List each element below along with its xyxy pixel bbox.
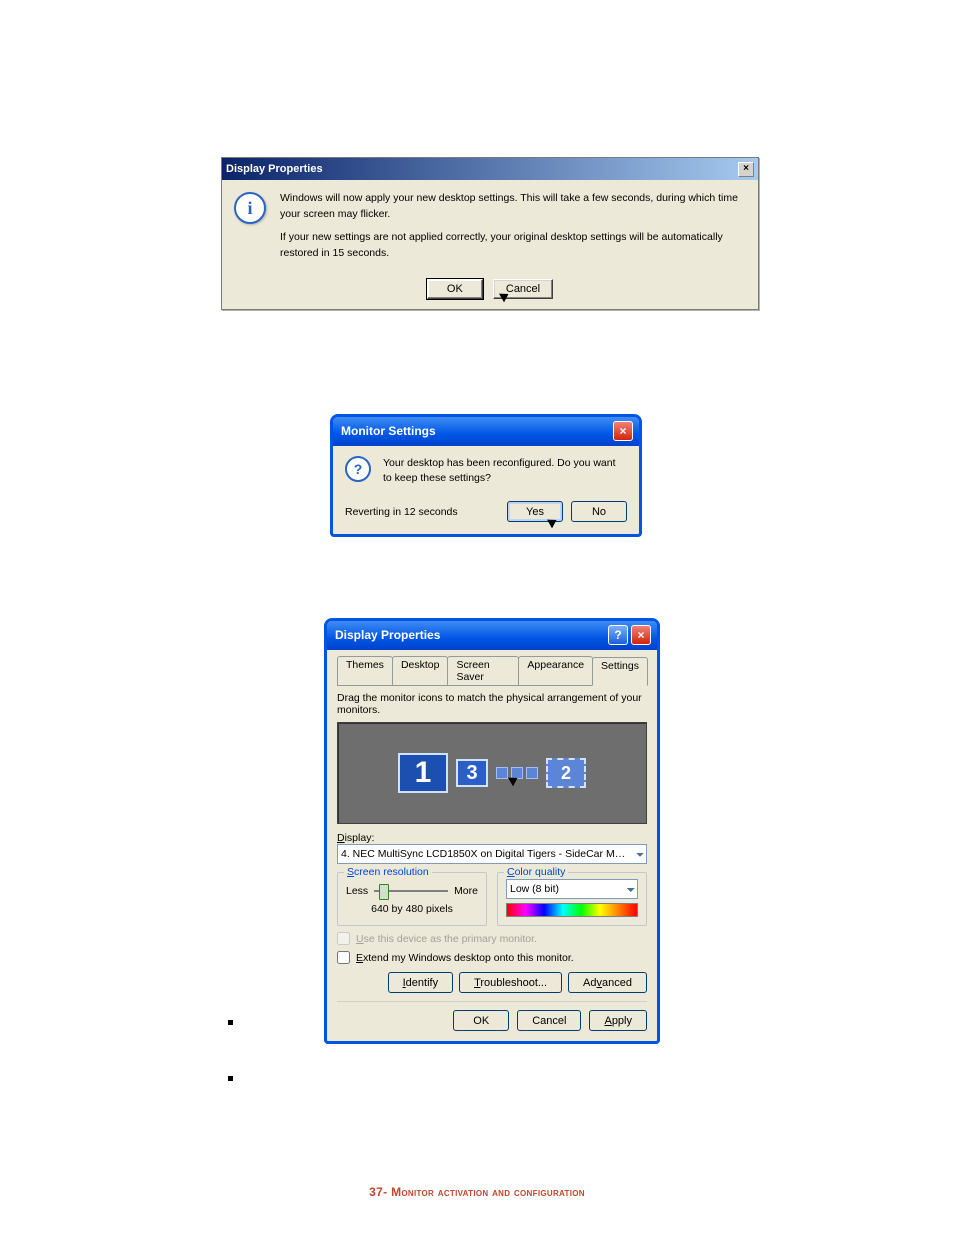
cancel-button[interactable]: Cancel — [493, 279, 553, 299]
display-properties-panel: Display Properties ? × Themes Desktop Sc… — [324, 618, 660, 1044]
slider-less-label: Less — [346, 885, 368, 897]
display-properties-msgbox: Display Properties × i Windows will now … — [221, 157, 759, 310]
tab-themes[interactable]: Themes — [337, 656, 393, 685]
info-icon: i — [234, 192, 266, 224]
title-text: Monitor Settings — [341, 424, 436, 438]
troubleshoot-button[interactable]: Troubleshoot... — [459, 972, 562, 993]
monitor-settings-dialog: Monitor Settings × ? Your desktop has be… — [330, 414, 642, 537]
color-quality-group: Color quality Low (8 bit) — [497, 872, 647, 926]
tab-appearance[interactable]: Appearance — [518, 656, 593, 685]
advanced-button[interactable]: Advanced — [568, 972, 647, 993]
tab-screen-saver[interactable]: Screen Saver — [447, 656, 519, 685]
slider-more-label: More — [454, 885, 478, 897]
message-text: Windows will now apply your new desktop … — [280, 190, 746, 267]
monitor-arrangement[interactable]: 1 3 2 — [337, 722, 647, 824]
monitor-1[interactable]: 1 — [398, 753, 448, 793]
page-footer: 37- Monitor activation and configuration — [0, 1185, 954, 1199]
instruction-text: Drag the monitor icons to match the phys… — [337, 692, 647, 716]
resolution-slider[interactable] — [374, 890, 448, 892]
display-label: Display: — [337, 832, 647, 844]
monitor-6[interactable] — [526, 767, 538, 779]
primary-monitor-checkbox-row: Use this device as the primary monitor. — [337, 932, 647, 945]
close-icon[interactable]: × — [613, 421, 633, 441]
tab-strip: Themes Desktop Screen Saver Appearance S… — [337, 656, 647, 686]
apply-button[interactable]: Apply — [589, 1010, 647, 1031]
close-icon[interactable]: × — [631, 625, 651, 645]
tab-desktop[interactable]: Desktop — [392, 656, 449, 685]
extend-desktop-label: Extend my Windows desktop onto this moni… — [356, 952, 574, 964]
no-button[interactable]: No — [571, 501, 627, 522]
question-icon: ? — [345, 456, 371, 482]
monitor-3[interactable]: 3 — [456, 759, 488, 787]
bullet — [228, 1020, 233, 1025]
cancel-button[interactable]: Cancel — [517, 1010, 581, 1031]
screen-resolution-group: Screen resolution Less More 640 by 480 p… — [337, 872, 487, 926]
reverting-text: Reverting in 12 seconds — [345, 506, 458, 518]
close-icon[interactable]: × — [738, 162, 754, 177]
help-icon[interactable]: ? — [608, 625, 628, 645]
ok-button[interactable]: OK — [453, 1010, 509, 1031]
color-quality-select[interactable]: Low (8 bit) — [506, 879, 638, 899]
bullet — [228, 1076, 233, 1081]
primary-monitor-label: Use this device as the primary monitor. — [356, 933, 537, 945]
yes-button[interactable]: Yes — [507, 501, 563, 522]
extend-desktop-checkbox[interactable] — [337, 951, 350, 964]
titlebar[interactable]: Monitor Settings × — [333, 417, 639, 446]
color-spectrum — [506, 903, 638, 917]
ok-button[interactable]: OK — [427, 279, 483, 299]
title-text: Display Properties — [335, 628, 440, 642]
display-select[interactable]: 4. NEC MultiSync LCD1850X on Digital Tig… — [337, 844, 647, 864]
monitor-4[interactable] — [496, 767, 508, 779]
identify-button[interactable]: Identify — [388, 972, 453, 993]
message-text: Your desktop has been reconfigured. Do y… — [383, 456, 627, 485]
titlebar[interactable]: Display Properties ? × — [327, 621, 657, 650]
monitor-5[interactable] — [511, 767, 523, 779]
tab-settings[interactable]: Settings — [592, 657, 648, 686]
extend-desktop-checkbox-row: Extend my Windows desktop onto this moni… — [337, 951, 647, 964]
title-text: Display Properties — [226, 163, 323, 175]
resolution-value: 640 by 480 pixels — [346, 903, 478, 915]
primary-monitor-checkbox — [337, 932, 350, 945]
monitor-2[interactable]: 2 — [546, 758, 586, 788]
titlebar[interactable]: Display Properties × — [222, 158, 758, 180]
